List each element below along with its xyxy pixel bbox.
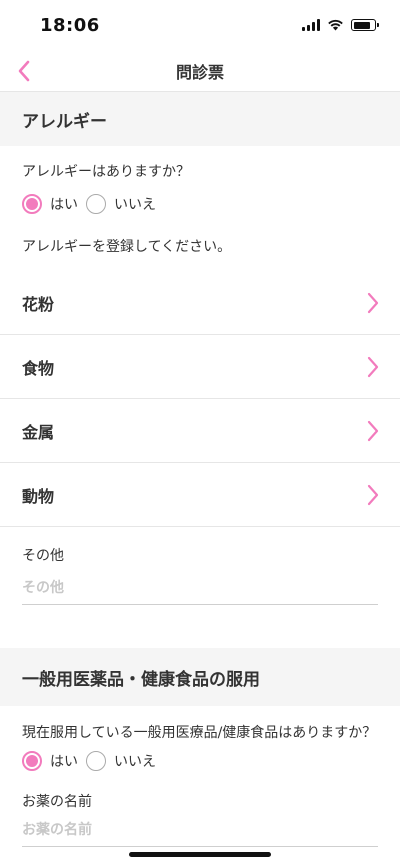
section-header-otc: 一般用医薬品・健康食品の服用 xyxy=(0,648,400,706)
back-button[interactable] xyxy=(12,58,36,84)
otc-question: 現在服用している一般用医療品/健康食品はありますか？ xyxy=(22,725,377,741)
list-item-label: 花粉 xyxy=(22,294,55,314)
allergy-hint: アレルギーを登録してください。 xyxy=(22,239,232,255)
medicine-name-input[interactable] xyxy=(22,813,378,847)
section-header-allergy: アレルギー xyxy=(0,92,400,146)
radio-label: いいえ xyxy=(114,754,156,770)
chevron-right-icon xyxy=(367,484,379,505)
list-item-label: 食物 xyxy=(22,358,55,378)
chevron-right-icon xyxy=(367,420,379,441)
allergy-item-metal[interactable]: 金属 xyxy=(0,399,400,463)
allergy-list: 花粉 食物 金属 動物 xyxy=(0,271,400,527)
radio-label: はい xyxy=(50,754,78,770)
page-title: 問診票 xyxy=(175,62,224,82)
otc-no-radio[interactable]: いいえ xyxy=(86,751,156,771)
status-bar: 18:06 xyxy=(0,0,400,50)
nav-bar: 問診票 xyxy=(0,50,400,92)
allergy-item-food[interactable]: 食物 xyxy=(0,335,400,399)
home-indicator xyxy=(129,852,271,857)
section-title: 一般用医薬品・健康食品の服用 xyxy=(22,669,260,690)
allergy-item-pollen[interactable]: 花粉 xyxy=(0,271,400,335)
other-allergy-input[interactable] xyxy=(22,571,378,605)
radio-label: はい xyxy=(50,197,78,213)
list-item-label: 動物 xyxy=(22,486,55,506)
radio-unchecked-icon xyxy=(86,751,106,771)
allergy-radio-group: はい いいえ xyxy=(0,192,400,216)
otc-radio-group: はい いいえ xyxy=(0,749,400,773)
section-title: アレルギー xyxy=(22,111,107,132)
battery-icon xyxy=(351,19,379,31)
wifi-icon xyxy=(328,19,343,31)
allergy-question: アレルギーはありますか？ xyxy=(22,164,190,180)
radio-checked-icon xyxy=(22,194,42,214)
medicine-name-label: お薬の名前 xyxy=(22,794,92,810)
radio-label: いいえ xyxy=(114,197,156,213)
status-time: 18:06 xyxy=(40,14,100,36)
cellular-signal-icon xyxy=(302,19,320,31)
radio-unchecked-icon xyxy=(86,194,106,214)
list-item-label: 金属 xyxy=(22,422,55,442)
allergy-yes-radio[interactable]: はい xyxy=(22,194,78,214)
chevron-right-icon xyxy=(367,292,379,313)
radio-checked-icon xyxy=(22,751,42,771)
other-label: その他 xyxy=(22,548,64,564)
chevron-right-icon xyxy=(367,356,379,377)
otc-yes-radio[interactable]: はい xyxy=(22,751,78,771)
allergy-no-radio[interactable]: いいえ xyxy=(86,194,156,214)
status-icons xyxy=(302,19,379,31)
chevron-left-icon xyxy=(18,60,30,82)
allergy-item-animal[interactable]: 動物 xyxy=(0,463,400,527)
